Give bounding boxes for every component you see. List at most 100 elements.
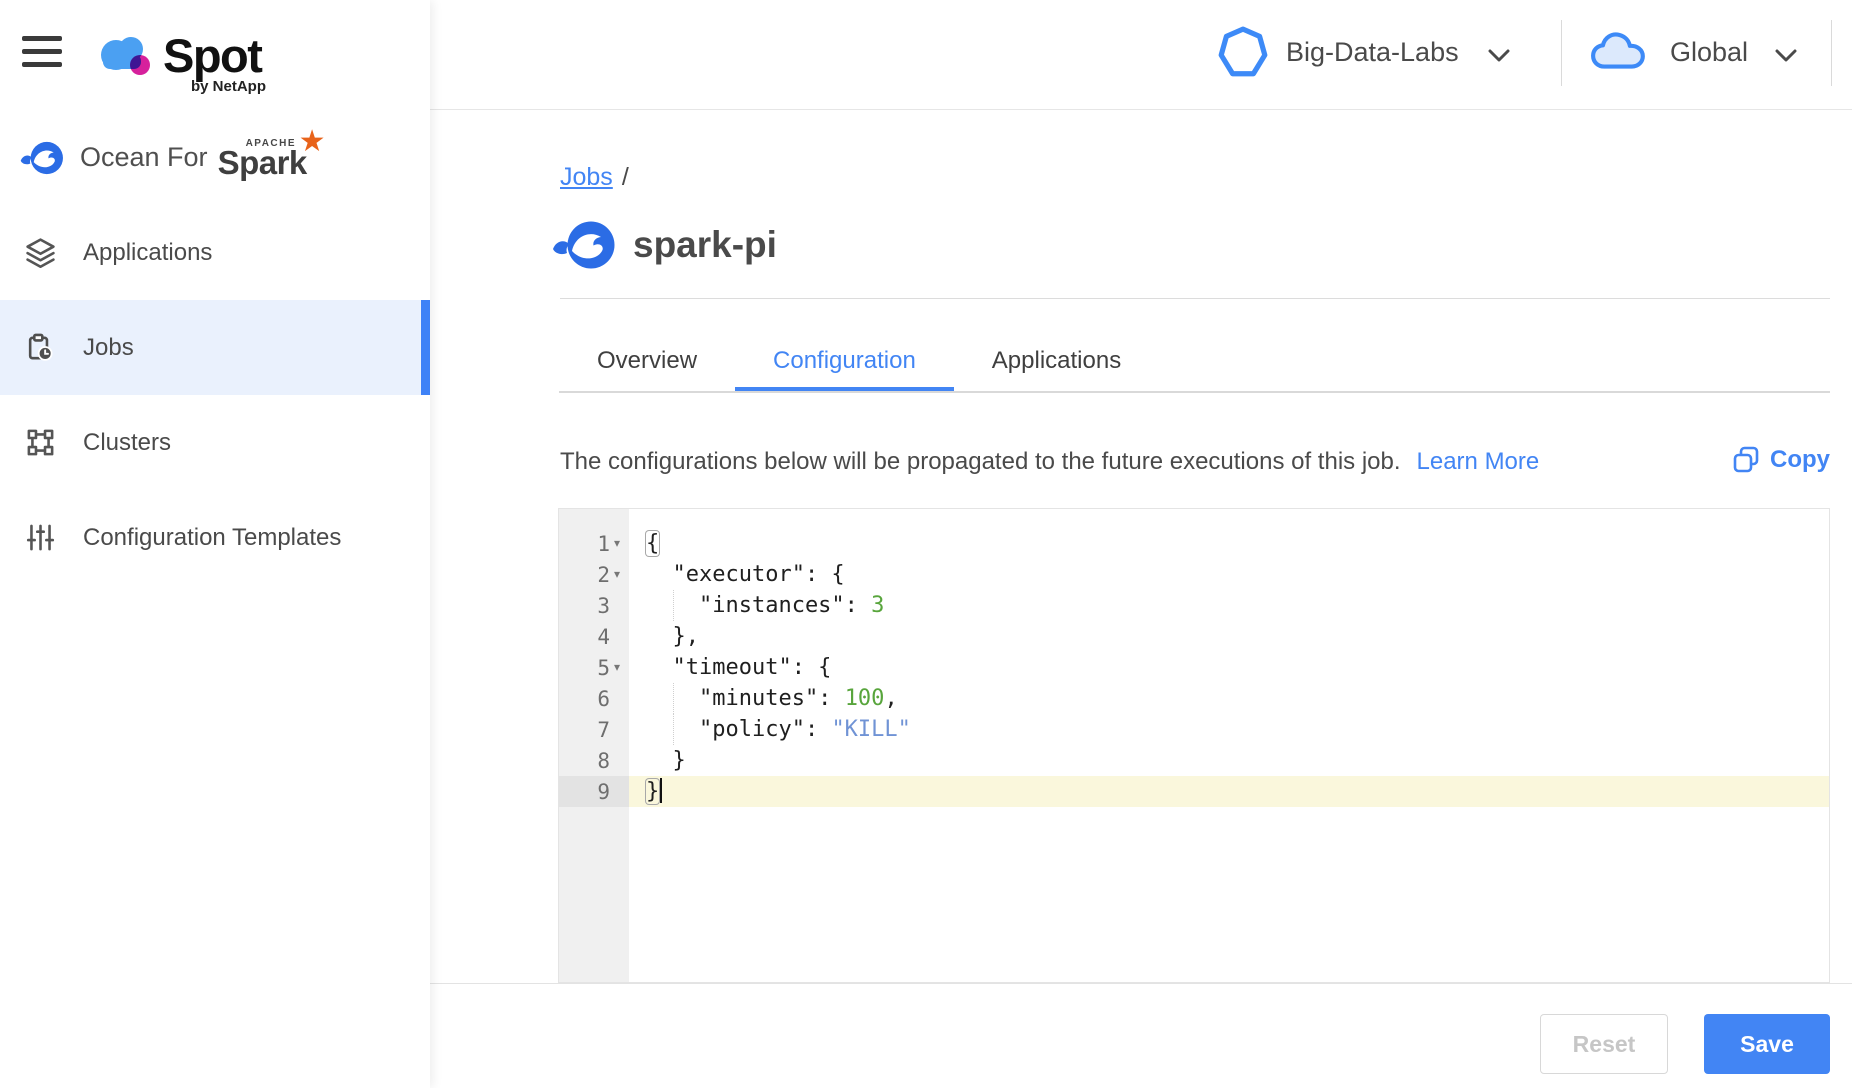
code-token: 3 [871, 593, 884, 618]
code-text: "instances": 3 [629, 590, 1829, 621]
editor-line-6[interactable]: 6▾ "minutes": 100, [559, 683, 1829, 714]
editor-line-7[interactable]: 7▾ "policy": "KILL" [559, 714, 1829, 745]
editor-line-9[interactable]: 9▾} [559, 776, 1829, 807]
line-number-cell: 8▾ [559, 745, 629, 776]
sidebar-item-applications[interactable]: Applications [0, 205, 430, 300]
chevron-down-icon[interactable] [1775, 49, 1797, 63]
tab-applications[interactable]: Applications [954, 330, 1159, 391]
reset-button[interactable]: Reset [1540, 1014, 1668, 1074]
code-token: "minutes": [646, 686, 845, 711]
copy-button[interactable]: Copy [1731, 445, 1830, 475]
hamburger-menu-icon[interactable] [22, 36, 62, 67]
spot-cloud-icon [95, 30, 157, 80]
sidebar-item-label: Jobs [83, 334, 134, 362]
fold-arrow-icon[interactable]: ▾ [610, 559, 624, 590]
line-number-cell: 3▾ [559, 590, 629, 621]
tab-overview[interactable]: Overview [559, 330, 735, 391]
line-number-cell: 6▾ [559, 683, 629, 714]
code-text: } [629, 745, 1829, 776]
spot-wordmark: Spot [163, 28, 261, 83]
code-token: }, [646, 624, 699, 649]
clipboard-clock-icon [25, 332, 56, 363]
copy-icon [1731, 445, 1761, 475]
top-header: Big-Data-Labs Global [430, 0, 1852, 110]
footer-bar: Reset Save [430, 983, 1852, 1088]
sidebar-nav: Applications Jobs Clusters Configuration Te… [0, 205, 430, 585]
code-token: "timeout": { [646, 655, 831, 680]
code-text: }, [629, 621, 1829, 652]
text-cursor [660, 778, 662, 803]
region-cloud-icon[interactable] [1590, 28, 1648, 72]
code-text: "policy": "KILL" [629, 714, 1829, 745]
sidebar: Spot by NetApp Ocean For APACHE Spark ★ … [0, 0, 430, 1088]
breadcrumb-jobs-link[interactable]: Jobs [560, 163, 613, 191]
line-number-cell: 9▾ [559, 776, 629, 807]
matched-bracket: } [646, 779, 659, 804]
line-number: 2 [597, 563, 610, 587]
editor-line-3[interactable]: 3▾ "instances": 3 [559, 590, 1829, 621]
copy-label: Copy [1770, 446, 1830, 474]
title-divider [560, 298, 1830, 299]
editor-lines: 1▾{2▾ "executor": {3▾ "instances": 34▾ }… [559, 528, 1829, 807]
line-number: 9 [597, 780, 610, 804]
line-number: 7 [597, 718, 610, 742]
sidebar-item-label: Clusters [83, 429, 171, 457]
code-text: } [629, 776, 1829, 807]
learn-more-link[interactable]: Learn More [1417, 448, 1540, 475]
json-config-editor[interactable]: 1▾{2▾ "executor": {3▾ "instances": 34▾ }… [558, 508, 1830, 983]
line-number-cell: 1▾ [559, 528, 629, 559]
sidebar-item-clusters[interactable]: Clusters [0, 395, 430, 490]
spot-logo: Spot by NetApp [95, 16, 365, 96]
sidebar-item-configuration-templates[interactable]: Configuration Templates [0, 490, 430, 585]
matched-bracket: { [646, 531, 659, 556]
sidebar-item-label: Configuration Templates [83, 524, 341, 552]
code-text: "minutes": 100, [629, 683, 1829, 714]
line-number: 6 [597, 687, 610, 711]
breadcrumb-separator: / [622, 163, 629, 191]
editor-line-8[interactable]: 8▾ } [559, 745, 1829, 776]
editor-line-2[interactable]: 2▾ "executor": { [559, 559, 1829, 590]
tab-bar: OverviewConfigurationApplications [559, 330, 1830, 393]
spot-byline: by NetApp [191, 78, 266, 95]
config-description-row: The configurations below will be propaga… [560, 448, 1830, 476]
page-title: spark-pi [633, 224, 777, 266]
line-number-cell: 4▾ [559, 621, 629, 652]
fold-arrow-icon[interactable]: ▾ [610, 652, 624, 683]
line-number-cell: 7▾ [559, 714, 629, 745]
line-number: 5 [597, 656, 610, 680]
code-token: } [646, 748, 686, 773]
config-description: The configurations below will be propaga… [560, 448, 1401, 475]
editor-line-1[interactable]: 1▾ { [559, 528, 1829, 559]
code-token: , [884, 686, 897, 711]
spark-wordmark: Spark [218, 144, 307, 182]
code-token: "KILL" [831, 717, 910, 742]
workspace-selector-label[interactable]: Big-Data-Labs [1286, 37, 1459, 68]
sidebar-item-ocean-for-spark[interactable]: Ocean For APACHE Spark ★ [0, 110, 430, 205]
ocean-wave-icon [20, 140, 64, 176]
code-token: "instances": [646, 593, 871, 618]
cluster-nodes-icon [25, 427, 56, 458]
editor-line-5[interactable]: 5▾ "timeout": { [559, 652, 1829, 683]
header-divider [1561, 20, 1562, 86]
fold-arrow-icon[interactable]: ▾ [610, 528, 624, 559]
breadcrumb: Jobs / [560, 163, 629, 192]
editor-line-4[interactable]: 4▾ }, [559, 621, 1829, 652]
code-text: "executor": { [629, 559, 1829, 590]
line-number: 1 [597, 532, 610, 556]
chevron-down-icon[interactable] [1488, 49, 1510, 63]
workspace-heptagon-icon[interactable] [1218, 26, 1268, 80]
page-title-row: spark-pi [552, 220, 777, 270]
line-number: 4 [597, 625, 610, 649]
sidebar-item-jobs[interactable]: Jobs [0, 300, 430, 395]
code-token: "policy": [646, 717, 831, 742]
header-divider [1831, 20, 1832, 86]
line-number: 3 [597, 594, 610, 618]
sidebar-item-label: Applications [83, 239, 212, 267]
region-selector-label[interactable]: Global [1670, 37, 1748, 68]
tab-configuration[interactable]: Configuration [735, 330, 954, 391]
apache-spark-logo: APACHE Spark ★ [218, 132, 328, 184]
code-text: "timeout": { [629, 652, 1829, 683]
save-button[interactable]: Save [1704, 1014, 1830, 1074]
code-token: 100 [845, 686, 885, 711]
code-text: { [629, 528, 1829, 559]
